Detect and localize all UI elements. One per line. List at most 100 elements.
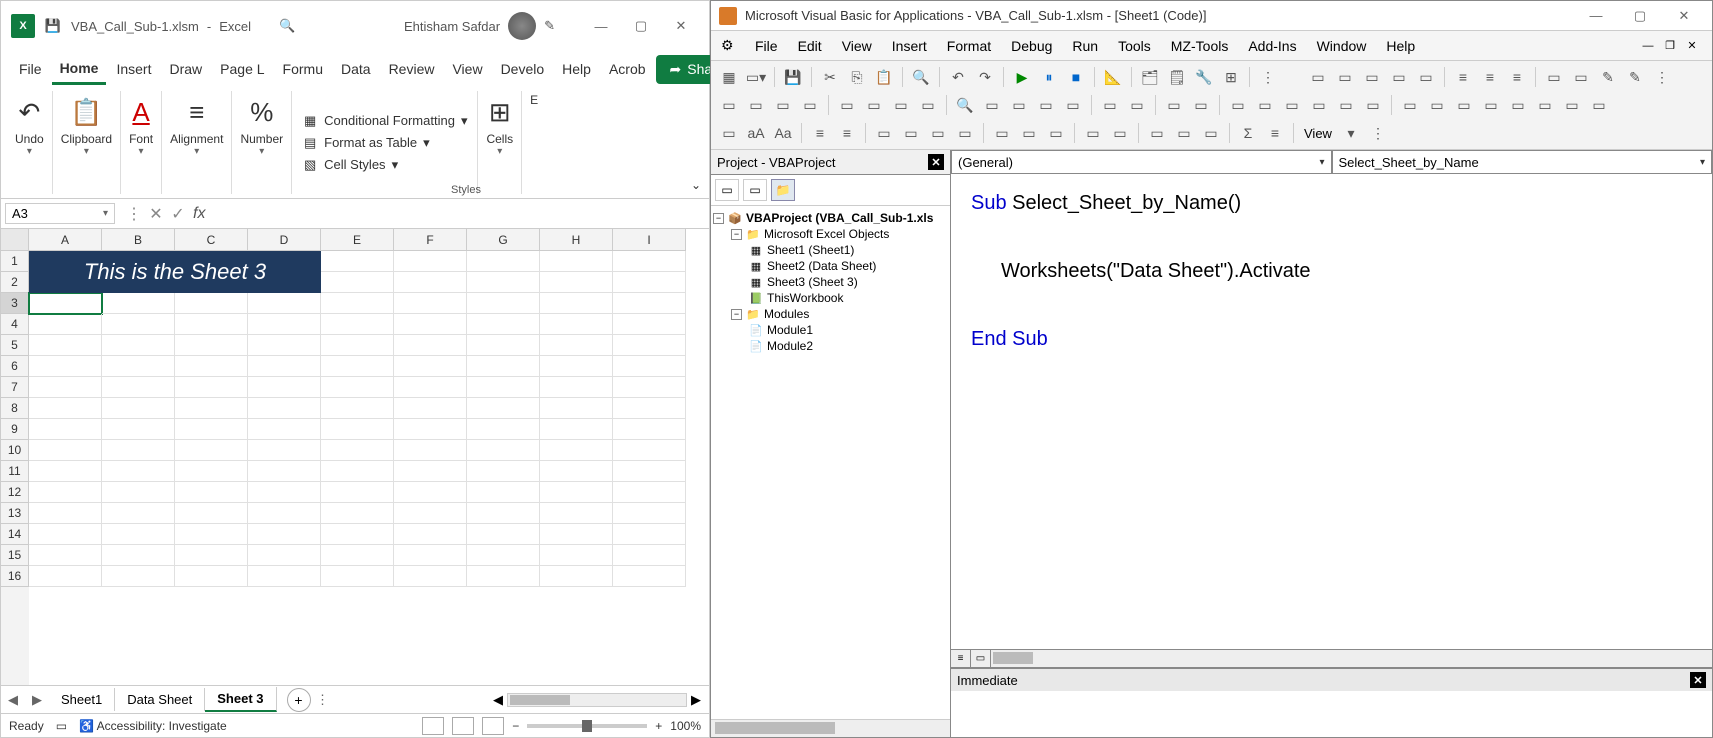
cell-F8[interactable]	[394, 398, 467, 419]
cell-C6[interactable]	[175, 356, 248, 377]
sheet-tab-more-icon[interactable]: ⋮	[311, 692, 335, 708]
cell-H11[interactable]	[540, 461, 613, 482]
cell-G14[interactable]	[467, 524, 540, 545]
properties-icon[interactable]: 🗒	[1165, 65, 1189, 89]
mz-btn-5-icon[interactable]: ▭	[1414, 65, 1438, 89]
menu-addins[interactable]: Add-Ins	[1240, 34, 1304, 58]
cell-F15[interactable]	[394, 545, 467, 566]
tb3-icon[interactable]: Aa	[771, 121, 795, 145]
cell-G4[interactable]	[467, 314, 540, 335]
cell-A11[interactable]	[29, 461, 102, 482]
tb2-icon[interactable]: ▭	[1506, 93, 1530, 117]
cell-C14[interactable]	[175, 524, 248, 545]
cell-E1[interactable]	[321, 251, 394, 272]
cell-F10[interactable]	[394, 440, 467, 461]
tb3-icon[interactable]: ▭	[1081, 121, 1105, 145]
row-header-1[interactable]: 1	[1, 251, 29, 272]
cell-I6[interactable]	[613, 356, 686, 377]
undo-icon[interactable]: ↶	[18, 97, 40, 128]
tb2-icon[interactable]: ▭	[717, 93, 741, 117]
cell-I10[interactable]	[613, 440, 686, 461]
menu-file[interactable]: File	[747, 34, 786, 58]
redo-icon[interactable]: ↷	[973, 65, 997, 89]
cell-A5[interactable]	[29, 335, 102, 356]
cell-E7[interactable]	[321, 377, 394, 398]
tb2-icon[interactable]: ▭	[1425, 93, 1449, 117]
cell-B14[interactable]	[102, 524, 175, 545]
cell-F9[interactable]	[394, 419, 467, 440]
cell-I11[interactable]	[613, 461, 686, 482]
tab-view[interactable]: View	[444, 55, 490, 83]
cell-F5[interactable]	[394, 335, 467, 356]
column-header-C[interactable]: C	[175, 229, 248, 251]
tb3-icon[interactable]: ▭	[1017, 121, 1041, 145]
project-explorer-icon[interactable]: 🗂	[1138, 65, 1162, 89]
cell-E2[interactable]	[321, 272, 394, 293]
zoom-thumb[interactable]	[582, 720, 592, 732]
cell-A12[interactable]	[29, 482, 102, 503]
tree-sheet3[interactable]: ▦Sheet3 (Sheet 3)	[713, 274, 948, 290]
project-hscrollbar[interactable]	[711, 719, 950, 737]
cell-styles-button[interactable]: ▧ Cell Styles ▾	[302, 157, 467, 173]
formula-more-icon[interactable]: ⋮	[125, 204, 143, 224]
maximize-icon[interactable]: ▢	[623, 12, 659, 40]
draw-mode-icon[interactable]: ✎	[544, 18, 555, 34]
cell-F16[interactable]	[394, 566, 467, 587]
select-all-corner[interactable]	[1, 229, 29, 251]
tb3-icon[interactable]: ≡	[1263, 121, 1287, 145]
cell-I2[interactable]	[613, 272, 686, 293]
paste-icon[interactable]: 📋	[70, 97, 102, 128]
tb3-icon[interactable]: ▭	[1044, 121, 1068, 145]
sheet-nav-next-icon[interactable]: ▶	[25, 692, 49, 708]
paste-icon[interactable]: 📋	[872, 65, 896, 89]
cell-A7[interactable]	[29, 377, 102, 398]
conditional-formatting-button[interactable]: ▦ Conditional Formatting ▾	[302, 113, 467, 129]
cell-H10[interactable]	[540, 440, 613, 461]
procedure-dropdown[interactable]: Select_Sheet_by_Name	[1332, 150, 1713, 174]
tab-formulas[interactable]: Formu	[275, 55, 331, 83]
tb2-icon[interactable]: ▭	[1098, 93, 1122, 117]
cell-E5[interactable]	[321, 335, 394, 356]
cell-H12[interactable]	[540, 482, 613, 503]
object-browser-icon[interactable]: 🔧	[1192, 65, 1216, 89]
cell-I5[interactable]	[613, 335, 686, 356]
save-icon[interactable]: 💾	[43, 16, 63, 36]
cell-C11[interactable]	[175, 461, 248, 482]
column-header-B[interactable]: B	[102, 229, 175, 251]
tb2-icon[interactable]: ▭	[1061, 93, 1085, 117]
row-header-8[interactable]: 8	[1, 398, 29, 419]
cell-E13[interactable]	[321, 503, 394, 524]
cell-B16[interactable]	[102, 566, 175, 587]
avatar[interactable]	[508, 12, 536, 40]
tb3-icon[interactable]: ▭	[1145, 121, 1169, 145]
cell-A9[interactable]	[29, 419, 102, 440]
cell-I15[interactable]	[613, 545, 686, 566]
run-icon[interactable]: ▶	[1010, 65, 1034, 89]
cell-A3[interactable]	[29, 293, 102, 314]
cell-C8[interactable]	[175, 398, 248, 419]
cell-G3[interactable]	[467, 293, 540, 314]
tab-draw[interactable]: Draw	[161, 55, 210, 83]
tb2-icon[interactable]: ▭	[771, 93, 795, 117]
merged-banner-cell[interactable]: This is the Sheet 3	[29, 251, 321, 293]
cell-F7[interactable]	[394, 377, 467, 398]
cell-H1[interactable]	[540, 251, 613, 272]
cell-A6[interactable]	[29, 356, 102, 377]
tree-module2[interactable]: 📄Module2	[713, 338, 948, 354]
tb2-icon[interactable]: ▭	[798, 93, 822, 117]
alignment-icon[interactable]: ≡	[189, 97, 204, 128]
zoom-in-icon[interactable]: +	[655, 719, 662, 733]
tb2-icon[interactable]: ▭	[1560, 93, 1584, 117]
cell-B3[interactable]	[102, 293, 175, 314]
cell-E15[interactable]	[321, 545, 394, 566]
tb2-icon[interactable]: ▭	[1587, 93, 1611, 117]
cell-I3[interactable]	[613, 293, 686, 314]
cell-G9[interactable]	[467, 419, 540, 440]
cell-I13[interactable]	[613, 503, 686, 524]
row-header-12[interactable]: 12	[1, 482, 29, 503]
cell-C5[interactable]	[175, 335, 248, 356]
mz-btn-10-icon[interactable]: ▭	[1569, 65, 1593, 89]
cell-I9[interactable]	[613, 419, 686, 440]
cell-H13[interactable]	[540, 503, 613, 524]
cell-B10[interactable]	[102, 440, 175, 461]
